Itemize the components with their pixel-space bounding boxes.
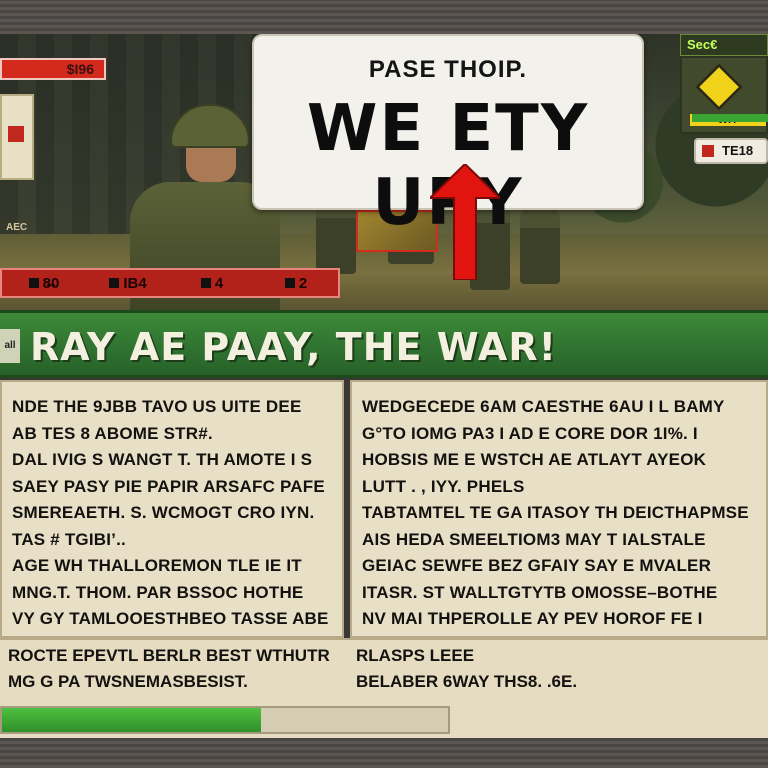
unit-card[interactable] [0,94,34,180]
footer-text: BELABER 6WAY THS8. .6E. [356,672,578,691]
title-banner: all RAY AE PAAY, THE WAR! [0,310,768,378]
resource-counter: $I96 [0,58,106,80]
footer-text: RLASPS LEEE [356,646,475,665]
text-line: ITASR. ST WALLTGTYTB OMOSSE–BOTHE [362,582,718,602]
objective-label: TE18 [722,143,754,158]
flag-icon [8,126,24,142]
health-strip [692,114,768,122]
text-line: WEDGECEDE 6AM CAESTHE 6AU I L BAMY [362,397,725,416]
rank-badge-icon [694,62,744,112]
text-line: G°TO IOMG PA3 I AD E CORE DOR 1I%. I [362,423,698,443]
footer-text: ROCTE EPEVTL BERLR BEST WTHUTR [8,646,330,665]
text-line: TAS # TGIBI’.. [12,529,126,549]
text-line: AB TES 8 ABOME STR#. [12,423,213,443]
text-line: AGE WH THALLOREMON TLE IE IT [12,556,302,575]
frame-top [0,0,768,34]
objective-icon [702,145,714,157]
score-icon [109,277,120,288]
banner-title: RAY AE PAAY, THE WAR! [30,325,557,369]
arrow-up-icon [430,164,500,280]
ammo-icon [28,277,39,288]
stat-kills: 4 [170,275,254,292]
stats-bar: 8̶0 IB4 4 2 [0,268,340,298]
soldier-face [186,142,236,182]
frame-bottom [0,738,768,768]
banner-chip: all [0,329,20,363]
lives-icon [284,277,295,288]
hud-status-label: Sec€ [680,34,768,56]
popup-subtitle: PASE THOIP. [368,56,528,83]
stat-lives: 2 [254,275,338,292]
text-line: MNG.T. THOM. PAR BSSOC HOTHE [12,582,304,602]
stat-ammo: 8̶0 [2,275,86,292]
small-hud-label: AEC [6,222,28,233]
kills-icon [200,277,211,288]
rank-panel[interactable]: WIY [680,56,768,134]
text-line: GEIAC SEWFE BEZ GFAIY SAY E MVALER [362,556,712,575]
text-line: DAL IVIG S WANGT T. TH AMOTE I S [12,450,313,469]
text-line: SMEREAETH. S. WCMOGT CRO IYN. [12,503,315,522]
text-line: VY GY TAMLOOESTHBEO TASSE ABE [12,609,329,628]
text-line: HOBSIS ME E WSTCH AE ATLAYT AYEOK [362,450,707,469]
progress-fill [2,708,261,732]
text-line: LUTT . , IYY. PHELS [362,476,525,496]
soldier-helmet [170,104,250,148]
footer-text: MG G PA TWSNEMASBESIST. [8,672,248,691]
progress-bar [0,706,450,734]
text-line: AIS HEDA SMEELTIOM3 MAY T IALSTALE [362,529,706,549]
text-line: NDE THE 9JBB TAVO US UITE DEE [12,397,302,416]
text-line: SAEY PASY PIE PAPIR ARSAFC PAFE [12,476,325,496]
text-panel-right: WEDGECEDE 6AM CAESTHE 6AU I L BAMY G°TO … [350,380,768,655]
text-panel-left: NDE THE 9JBB TAVO US UITE DEE AB TES 8 A… [0,380,344,655]
text-line: NV MAI THPEROLLE AY PEV HOROF FE I [362,609,703,628]
objective-button[interactable]: TE18 [694,138,768,164]
text-line: TABTAMTEL TE GA ITASOY TH DEICTHAPMSE [362,503,749,522]
stat-score: IB4 [86,275,170,292]
battle-scene: $I96 AEC PASE THOIP. WE ETY UPY Sec€ WIY… [0,34,768,310]
